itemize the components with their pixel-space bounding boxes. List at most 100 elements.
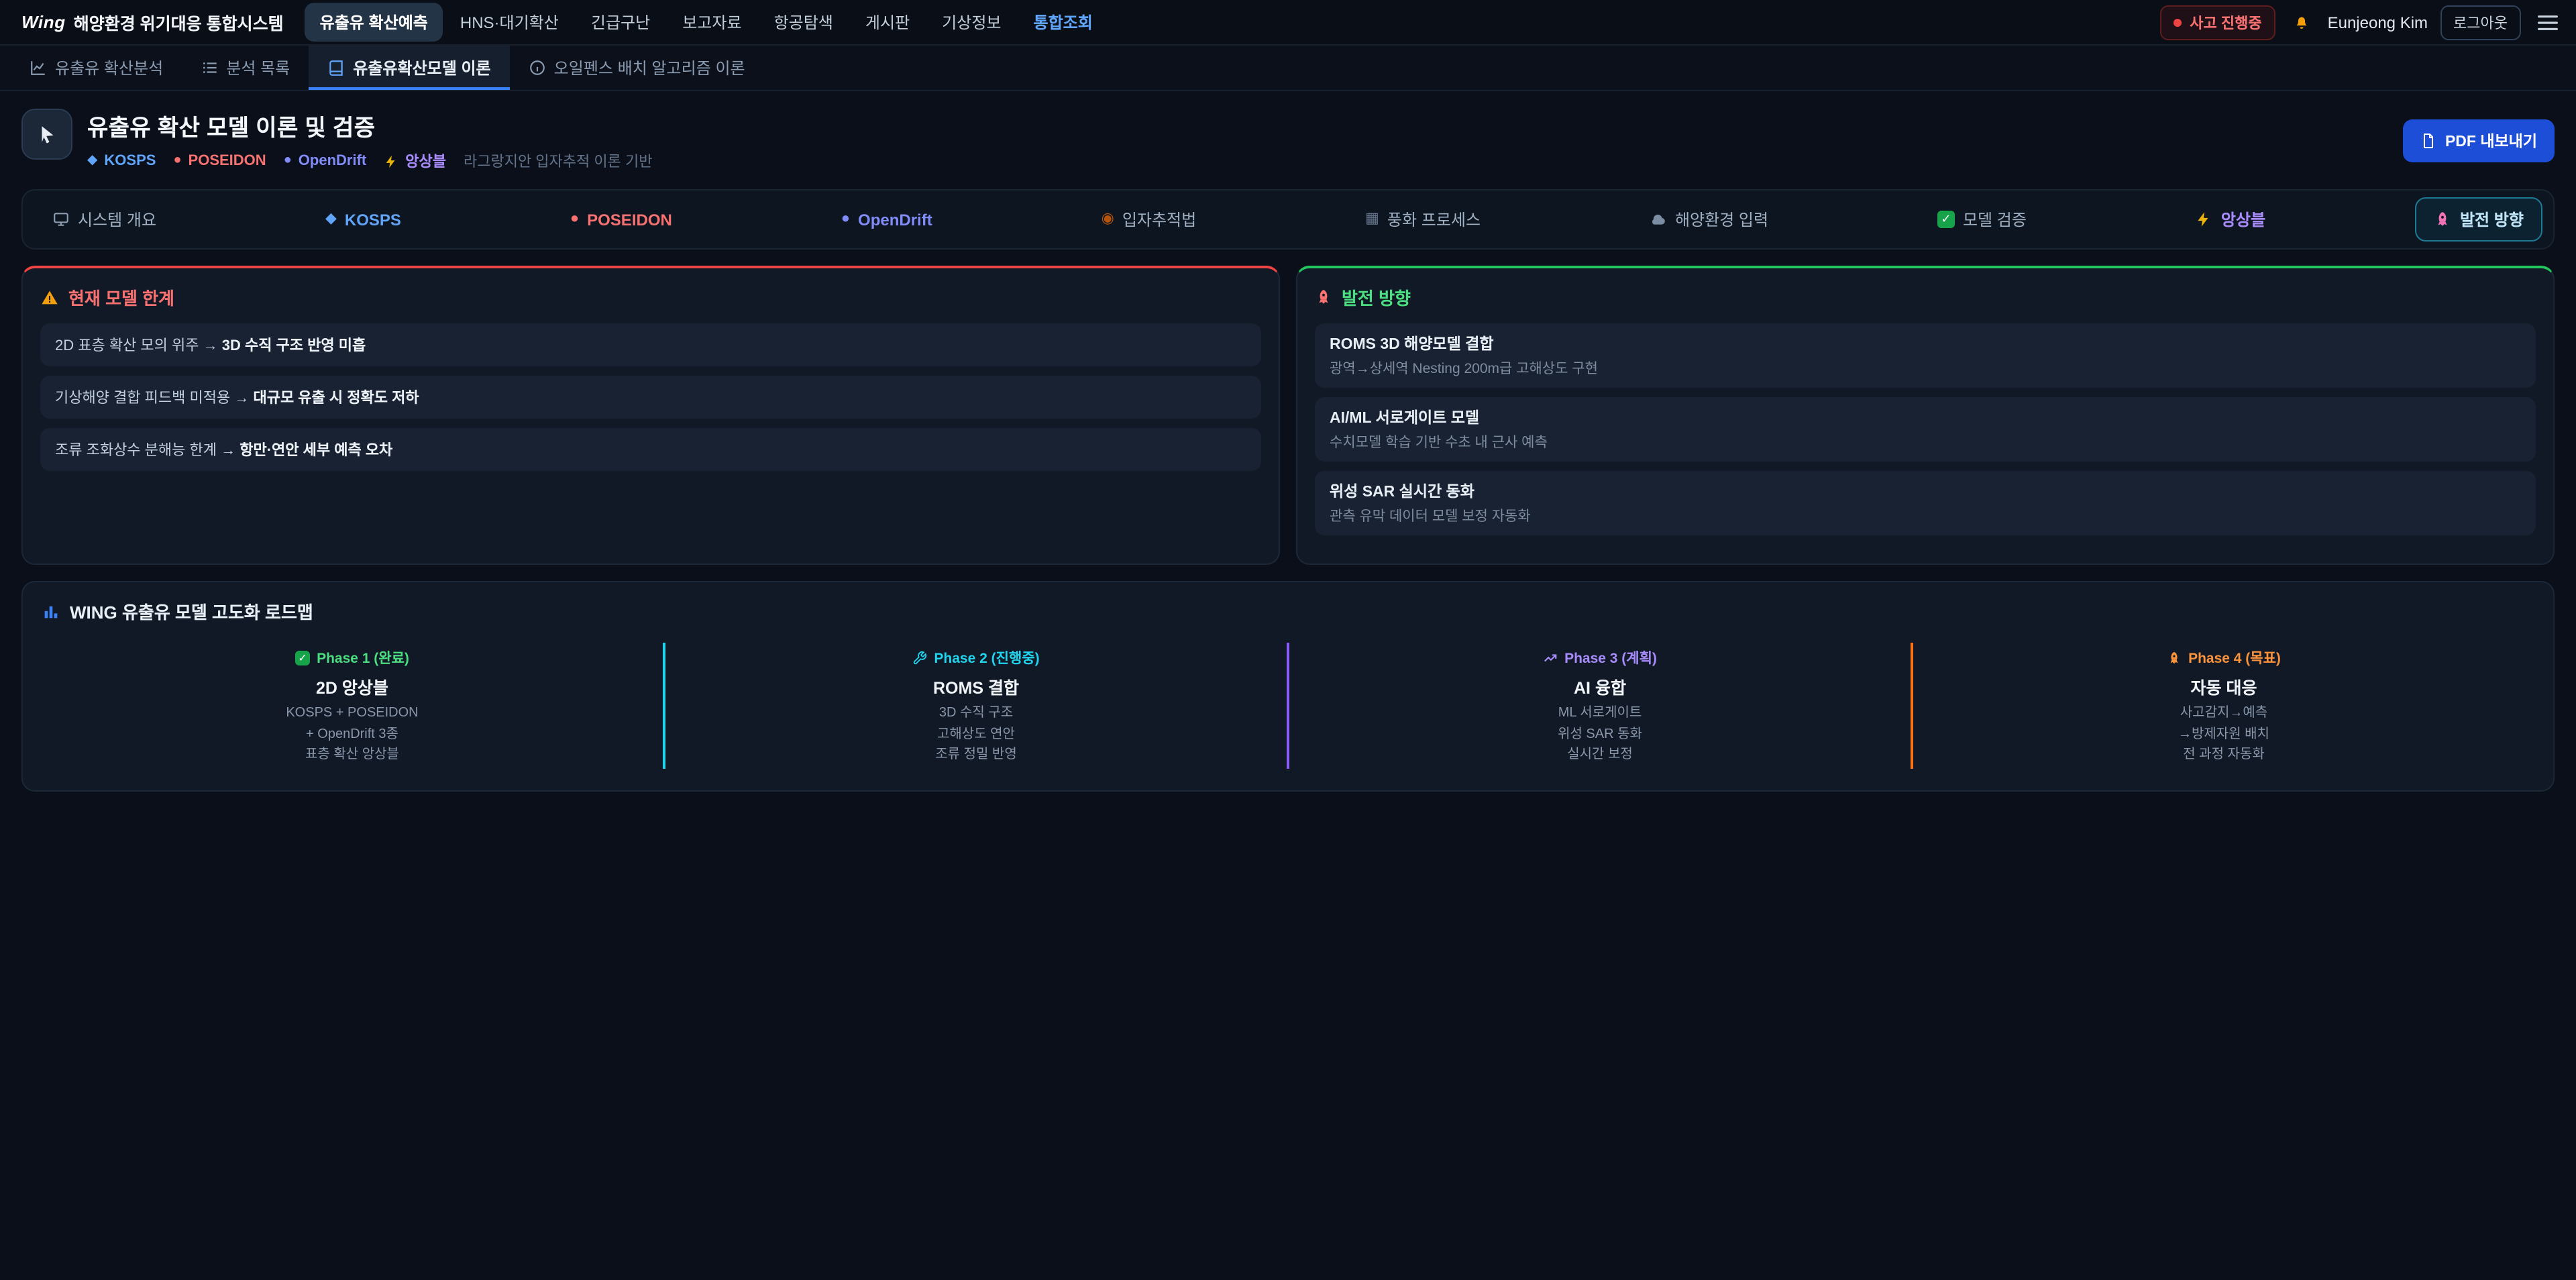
info-circle-icon: [529, 59, 546, 76]
section-tab-kosps[interactable]: ◆ KOSPS: [307, 199, 420, 239]
nav-item-aerial-search[interactable]: 항공탐색: [759, 3, 848, 42]
particles-icon: ◉: [1102, 212, 1114, 227]
limitation-item: 기상해양 결합 피드백 미적용 → 대규모 유출 시 정확도 저하: [40, 376, 1261, 419]
roadmap-header: WING 유출유 모델 고도화 로드맵: [42, 598, 2534, 624]
content-panels: 현재 모델 한계 2D 표층 확산 모의 위주 → 3D 수직 구조 반영 미흡…: [21, 266, 2555, 565]
roadmap-title: WING 유출유 모델 고도화 로드맵: [70, 598, 313, 624]
user-name: Eunjeong Kim: [2328, 13, 2428, 32]
direction-item: ROMS 3D 해양모델 결합 광역→상세역 Nesting 200m급 고해상…: [1315, 323, 2536, 388]
check-icon: ✓: [295, 651, 310, 665]
poseidon-badge: ●POSEIDON: [173, 153, 266, 169]
rocket-icon: [2434, 211, 2452, 228]
current-limitations-panel: 현재 모델 한계 2D 표층 확산 모의 위주 → 3D 수직 구조 반영 미흡…: [21, 266, 1280, 565]
nav-right-cluster: 사고 진행중 Eunjeong Kim 로그아웃: [2160, 5, 2563, 40]
wrench-icon: [912, 651, 927, 665]
direction-item: AI/ML 서로게이트 모델 수치모델 학습 기반 수초 내 근사 예측: [1315, 397, 2536, 462]
list-icon: [201, 59, 218, 76]
limitations-title: 현재 모델 한계: [68, 284, 174, 310]
incident-status-label: 사고 진행중: [2190, 11, 2261, 33]
menu-button[interactable]: [2533, 9, 2563, 36]
page-header: 유출유 확산 모델 이론 및 검증 ◆KOSPS ●POSEIDON ●Open…: [0, 91, 2576, 186]
section-tab-future-direction[interactable]: 발전 방향: [2416, 197, 2542, 242]
grid-icon: ▦: [1365, 212, 1379, 227]
tab-label: 오일펜스 배치 알고리즘 이론: [554, 56, 745, 79]
dot-icon: ●: [284, 154, 292, 168]
pdf-export-button[interactable]: PDF 내보내기: [2404, 119, 2555, 162]
section-tab-ocean-input[interactable]: 해양환경 입력: [1631, 197, 1787, 242]
cursor-icon: [36, 123, 58, 146]
ensemble-badge: 앙상블: [384, 150, 446, 172]
roadmap-panel: WING 유출유 모델 고도화 로드맵 ✓ Phase 1 (완료) 2D 앙상…: [21, 581, 2555, 791]
nav-item-oil-spill-forecast[interactable]: 유출유 확산예측: [305, 3, 443, 42]
section-tab-ensemble[interactable]: 앙상블: [2177, 197, 2284, 242]
rocket-icon: [1315, 288, 1332, 306]
app-root: Wing 해양환경 위기대응 통합시스템 유출유 확산예측 HNS·대기확산 긴…: [0, 0, 2576, 1280]
section-tab-validation[interactable]: ✓ 모델 검증: [1919, 197, 2045, 242]
nav-item-emergency-rescue[interactable]: 긴급구난: [576, 3, 665, 42]
dot-icon: ●: [841, 212, 850, 227]
bolt-icon: [384, 154, 398, 168]
check-icon: ✓: [1937, 211, 1955, 228]
section-tab-poseidon[interactable]: ● POSEIDON: [551, 199, 691, 239]
nav-item-board[interactable]: 게시판: [851, 3, 924, 42]
alert-dot-icon: [2174, 18, 2182, 26]
brand[interactable]: Wing 해양환경 위기대응 통합시스템: [13, 9, 292, 35]
future-directions-panel: 발전 방향 ROMS 3D 해양모델 결합 광역→상세역 Nesting 200…: [1296, 266, 2555, 565]
phase-label: ✓ Phase 1 (완료): [52, 648, 652, 668]
roadmap-phase-2: Phase 2 (진행중) ROMS 결합 3D 수직 구조 고해상도 연안 조…: [663, 643, 1287, 768]
app-title: 해양환경 위기대응 통합시스템: [74, 9, 284, 35]
warning-icon: [40, 288, 59, 307]
tab-label: 유출유확산모델 이론: [353, 56, 490, 79]
phase-name: ROMS 결합: [676, 674, 1276, 699]
diamond-icon: ◆: [87, 154, 97, 168]
tab-model-theory[interactable]: 유출유확산모델 이론: [309, 46, 509, 90]
sub-tab-bar: 유출유 확산분석 분석 목록 유출유확산모델 이론 오일펜스 배치 알고리즘 이…: [0, 46, 2576, 91]
nav-item-reports[interactable]: 보고자료: [667, 3, 756, 42]
phase-label: Phase 2 (진행중): [676, 648, 1276, 668]
phase-label: Phase 4 (목표): [1924, 648, 2524, 668]
section-tab-overview[interactable]: 시스템 개요: [34, 197, 175, 242]
trend-up-icon: [1543, 651, 1558, 665]
limitations-header: 현재 모델 한계: [40, 284, 1261, 310]
section-tab-opendrift[interactable]: ● OpenDrift: [822, 199, 951, 239]
bar-chart-icon: [42, 602, 60, 621]
nav-item-weather-info[interactable]: 기상정보: [927, 3, 1016, 42]
tab-label: 유출유 확산분석: [55, 56, 163, 79]
nav-item-hns-air-dispersion[interactable]: HNS·대기확산: [445, 3, 574, 42]
nav-item-integrated-search[interactable]: 통합조회: [1019, 3, 1108, 42]
phase-name: 2D 앙상블: [52, 674, 652, 699]
phase-name: AI 융합: [1300, 674, 1900, 699]
page-subtitle: 라그랑지안 입자추적 이론 기반: [464, 150, 652, 172]
logo: Wing: [21, 12, 66, 32]
notifications-button[interactable]: [2288, 8, 2316, 36]
main-nav: 유출유 확산예측 HNS·대기확산 긴급구난 보고자료 항공탐색 게시판 기상정…: [305, 3, 1108, 42]
cloud-icon: [1650, 211, 1667, 228]
dot-icon: ●: [173, 154, 181, 168]
phase-label: Phase 3 (계획): [1300, 648, 1900, 668]
page-title: 유출유 확산 모델 이론 및 검증: [87, 109, 652, 142]
section-tab-weathering[interactable]: ▦ 풍화 프로세스: [1346, 197, 1499, 242]
roadmap-phases: ✓ Phase 1 (완료) 2D 앙상블 KOSPS + POSEIDON +…: [42, 643, 2534, 768]
tab-boom-algorithm-theory[interactable]: 오일펜스 배치 알고리즘 이론: [510, 46, 764, 90]
chart-line-icon: [30, 59, 47, 76]
logout-button[interactable]: 로그아웃: [2440, 5, 2521, 40]
model-badge-row: ◆KOSPS ●POSEIDON ●OpenDrift 앙상블 라그랑지안 입자…: [87, 150, 652, 172]
document-icon: [2421, 132, 2437, 148]
incident-status-badge[interactable]: 사고 진행중: [2160, 5, 2275, 40]
bolt-icon: [2196, 211, 2213, 228]
tab-label: 분석 목록: [226, 56, 290, 79]
opendrift-badge: ●OpenDrift: [284, 153, 367, 169]
tab-spill-analysis[interactable]: 유출유 확산분석: [11, 46, 182, 90]
kosps-badge: ◆KOSPS: [87, 153, 156, 169]
bell-icon: [2292, 12, 2312, 32]
limitation-item: 2D 표층 확산 모의 위주 → 3D 수직 구조 반영 미흡: [40, 323, 1261, 366]
book-icon: [327, 59, 345, 76]
tab-analysis-list[interactable]: 분석 목록: [182, 46, 309, 90]
limitation-item: 조류 조화상수 분해능 한계 → 항만·연안 세부 예측 오차: [40, 428, 1261, 471]
direction-item: 위성 SAR 실시간 동화 관측 유막 데이터 모델 보정 자동화: [1315, 471, 2536, 535]
monitor-icon: [52, 211, 70, 228]
top-nav: Wing 해양환경 위기대응 통합시스템 유출유 확산예측 HNS·대기확산 긴…: [0, 0, 2576, 46]
section-tab-particle-tracking[interactable]: ◉ 입자추적법: [1083, 197, 1216, 242]
directions-header: 발전 방향: [1315, 284, 2536, 310]
section-tab-bar: 시스템 개요 ◆ KOSPS ● POSEIDON ● OpenDrift ◉ …: [21, 189, 2555, 250]
